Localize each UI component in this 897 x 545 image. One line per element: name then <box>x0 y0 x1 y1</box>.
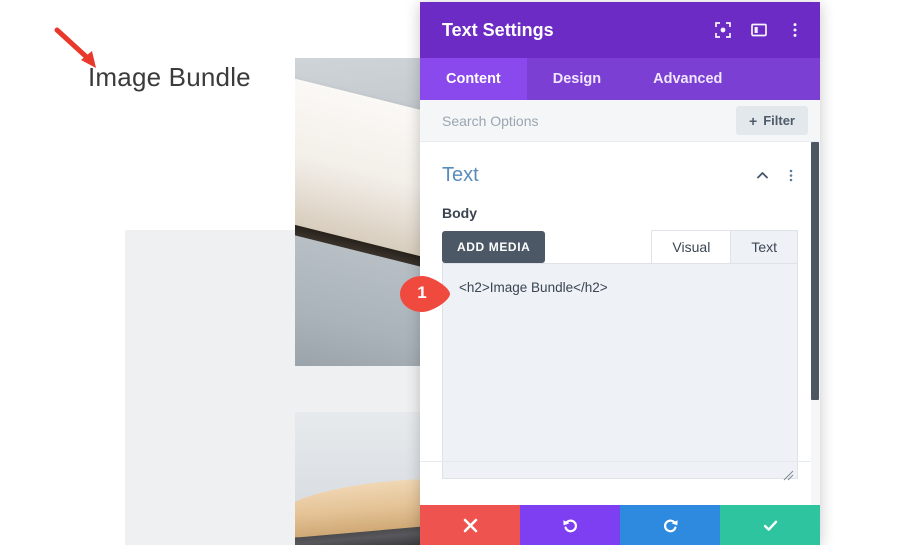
section-title: Text <box>442 164 479 186</box>
redo-button[interactable] <box>620 505 720 545</box>
tab-visual[interactable]: Visual <box>651 230 732 263</box>
tab-content[interactable]: Content <box>420 58 527 100</box>
save-button[interactable] <box>720 505 820 545</box>
chevron-up-icon[interactable] <box>755 168 770 183</box>
undo-button[interactable] <box>520 505 620 545</box>
filter-button-label: Filter <box>763 113 795 128</box>
panel-scrollbar-track[interactable] <box>811 142 820 505</box>
search-input[interactable] <box>442 112 737 129</box>
search-row: + Filter <box>420 100 820 142</box>
panel-footer <box>420 505 820 545</box>
redo-arrow-icon <box>663 519 678 532</box>
callout-marker-1: 1 <box>398 274 450 314</box>
add-media-button[interactable]: ADD MEDIA <box>442 231 546 263</box>
layout-panel-icon[interactable] <box>750 21 768 39</box>
text-section-header: Text <box>420 142 820 187</box>
filter-button[interactable]: + Filter <box>736 106 808 135</box>
checkmark-icon <box>763 520 777 531</box>
more-vertical-icon[interactable] <box>786 21 804 39</box>
editor-toolbar: ADD MEDIA Visual Text <box>442 230 798 263</box>
callout-pin-icon <box>400 276 450 312</box>
panel-tabs: Content Design Advanced <box>420 58 820 100</box>
body-field-label: Body <box>442 205 477 221</box>
body-field: Body ADD MEDIA Visual Text <box>420 187 820 484</box>
tab-design[interactable]: Design <box>527 58 627 100</box>
section-more-vertical-icon[interactable] <box>784 168 798 183</box>
plus-icon: + <box>749 112 758 129</box>
footer-divider <box>420 461 820 462</box>
panel-header: Text Settings <box>420 2 820 58</box>
cancel-button[interactable] <box>420 505 520 545</box>
editor-mode-tabs: Visual Text <box>651 230 798 263</box>
text-settings-panel: Text Settings Content Design Advanced Se… <box>420 2 820 545</box>
body-code-textarea[interactable] <box>442 263 798 479</box>
panel-scrollbar-thumb[interactable] <box>811 142 819 400</box>
undo-arrow-icon <box>562 519 577 532</box>
panel-title: Text Settings <box>442 19 554 40</box>
tab-advanced[interactable]: Advanced <box>627 58 748 100</box>
page-title: Image Bundle <box>88 62 251 92</box>
close-x-icon <box>463 518 477 532</box>
panel-body: Text Body ADD MEDIA Visual Text <h2>Imag… <box>420 142 820 505</box>
tab-text[interactable]: Text <box>731 230 798 263</box>
panel-header-icons <box>714 21 804 39</box>
screenshot-root: Image Bundle Text Settings Content Desig… <box>0 0 897 545</box>
focus-target-icon[interactable] <box>714 21 732 39</box>
